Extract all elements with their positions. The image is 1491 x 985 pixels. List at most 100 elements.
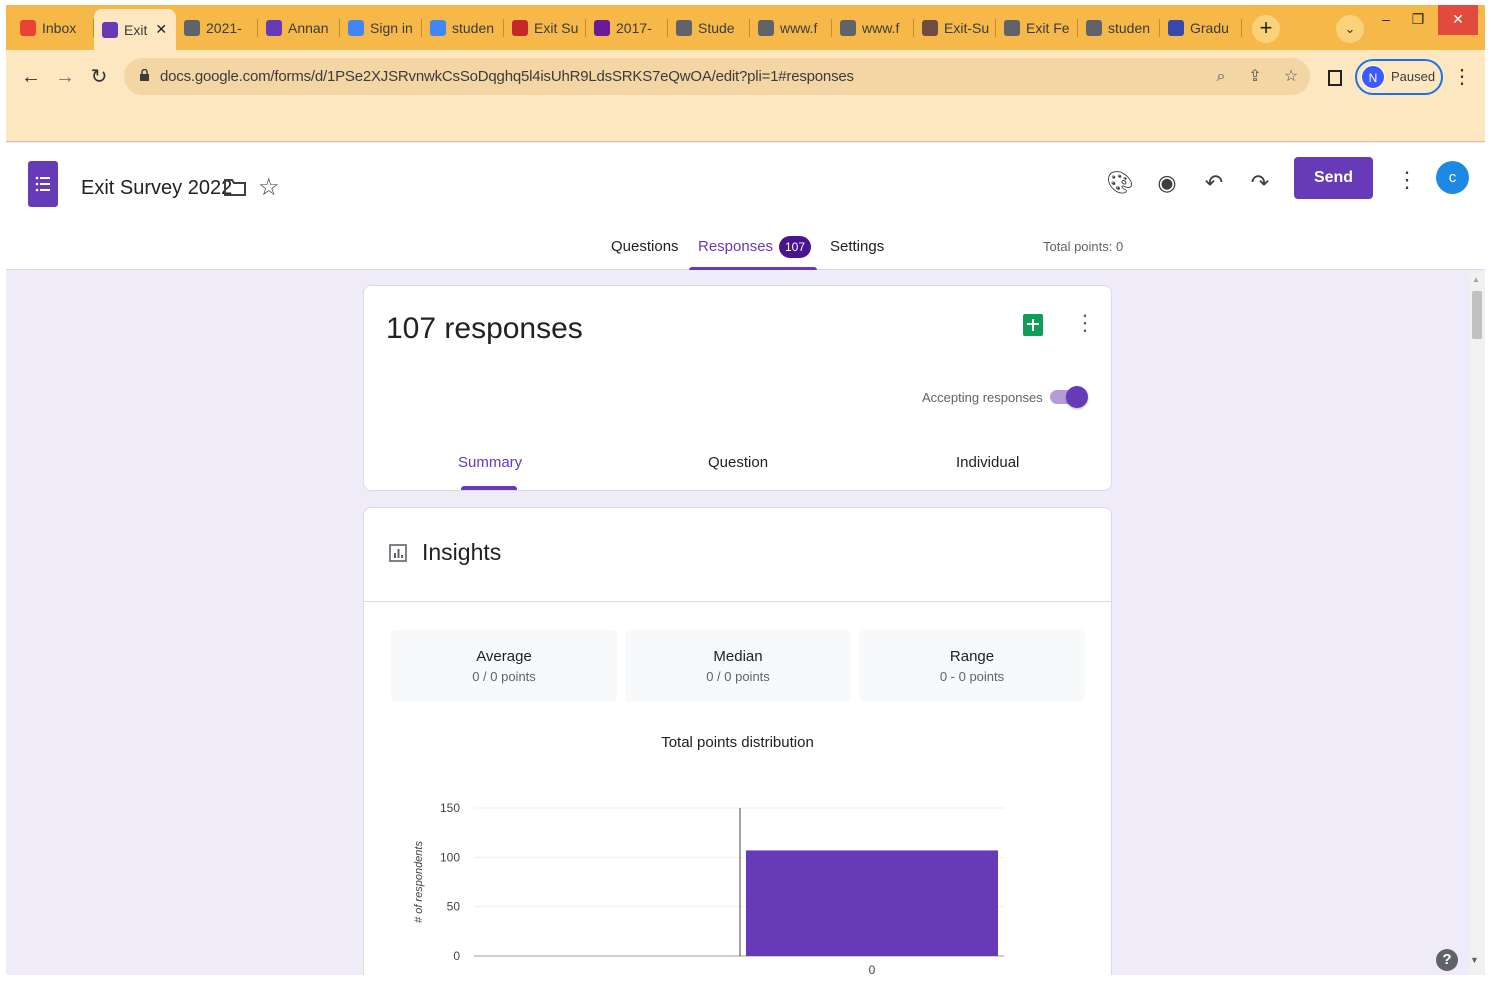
y-tick-label: 0 bbox=[453, 949, 460, 963]
stat-value: 0 / 0 points bbox=[472, 669, 536, 684]
browser-tab[interactable]: Exit Fe bbox=[996, 11, 1078, 45]
browser-tab[interactable]: Exit ✕ bbox=[94, 9, 176, 50]
profile-button[interactable]: N Paused bbox=[1355, 59, 1443, 95]
tab-settings[interactable]: Settings bbox=[830, 238, 884, 255]
profile-avatar: N bbox=[1361, 65, 1385, 89]
browser-tab-label: Gradu bbox=[1190, 20, 1229, 36]
restore-icon[interactable]: ❐ bbox=[1398, 5, 1438, 35]
browser-tab[interactable]: Inbox bbox=[12, 11, 94, 45]
undo-icon[interactable]: ↶ bbox=[1200, 169, 1228, 197]
share-icon[interactable]: ⇪ bbox=[1244, 66, 1266, 88]
y-axis-title: # of respondents bbox=[413, 841, 425, 923]
subtab-summary[interactable]: Summary bbox=[458, 454, 522, 471]
bar bbox=[746, 850, 998, 956]
tab-responses[interactable]: Responses bbox=[698, 238, 773, 255]
subtab-individual[interactable]: Individual bbox=[956, 454, 1019, 471]
help-caret-icon[interactable]: ▼ bbox=[1470, 955, 1479, 965]
stat-label: Range bbox=[949, 648, 995, 665]
tab-search-chevron-icon[interactable]: ⌄ bbox=[1336, 15, 1364, 43]
globe-icon bbox=[184, 20, 200, 36]
y-tick-label: 50 bbox=[447, 900, 461, 914]
browser-tab-label: Annan bbox=[288, 20, 329, 36]
browser-tab[interactable]: studen bbox=[422, 11, 504, 45]
browser-tab-label: Exit bbox=[124, 21, 148, 38]
browser-tab[interactable]: Annan bbox=[258, 11, 340, 45]
scroll-up-arrow-icon[interactable]: ▲ bbox=[1472, 275, 1480, 284]
forward-arrow-icon[interactable]: → bbox=[50, 62, 80, 92]
stat-median: Median 0 / 0 points bbox=[625, 630, 851, 702]
accepting-responses-toggle[interactable] bbox=[1050, 386, 1088, 408]
scrollbar-thumb[interactable] bbox=[1472, 291, 1482, 339]
folder-icon[interactable] bbox=[224, 177, 246, 197]
browser-tab-label: Inbox bbox=[42, 20, 77, 36]
globe-icon bbox=[840, 20, 856, 36]
tab-close-icon[interactable]: ✕ bbox=[155, 21, 167, 38]
side-panel-icon[interactable] bbox=[1328, 70, 1342, 86]
window-close-icon[interactable]: ✕ bbox=[1438, 5, 1478, 35]
more-options-icon[interactable]: ⋮ bbox=[1396, 167, 1418, 193]
browser-tab-label: Exit-Su bbox=[944, 20, 990, 36]
subtab-question[interactable]: Question bbox=[708, 454, 768, 471]
summary-tab-indicator bbox=[461, 486, 517, 490]
address-bar[interactable]: docs.google.com/forms/d/1PSe2XJSRvnwkCsS… bbox=[124, 58, 1310, 95]
gmail-icon bbox=[20, 20, 36, 36]
toggle-knob bbox=[1066, 386, 1088, 408]
stat-value: 0 / 0 points bbox=[706, 669, 770, 684]
stat-label: Median bbox=[713, 648, 763, 665]
profile-status: Paused bbox=[1391, 69, 1436, 84]
browser-tab[interactable]: Exit-Su bbox=[914, 11, 996, 45]
browser-tab[interactable]: 2021- bbox=[176, 11, 258, 45]
reload-icon[interactable]: ↻ bbox=[84, 62, 114, 92]
browser-tab[interactable]: studen bbox=[1078, 11, 1160, 45]
browser-tab[interactable]: Exit Su bbox=[504, 11, 586, 45]
form-title[interactable]: Exit Survey 2022 bbox=[81, 177, 232, 200]
globe-icon bbox=[758, 20, 774, 36]
bookmark-star-icon[interactable]: ☆ bbox=[1280, 66, 1302, 88]
forms-icon bbox=[266, 20, 282, 36]
browser-menu-icon[interactable]: ⋮ bbox=[1452, 64, 1472, 89]
redo-icon[interactable]: ↷ bbox=[1246, 169, 1274, 197]
browser-tab-label: Stude bbox=[698, 20, 735, 36]
accepting-responses-label: Accepting responses bbox=[922, 390, 1043, 405]
google-icon bbox=[348, 20, 364, 36]
back-arrow-icon[interactable]: ← bbox=[16, 62, 46, 92]
browser-tab[interactable]: Stude bbox=[668, 11, 750, 45]
new-tab-button[interactable]: + bbox=[1252, 15, 1280, 43]
tab-questions[interactable]: Questions bbox=[611, 238, 679, 255]
preview-eye-icon[interactable]: ◉ bbox=[1153, 169, 1181, 197]
insights-chart-icon bbox=[389, 544, 407, 562]
responses-card: 107 responses ⋮ Accepting responses Summ… bbox=[363, 285, 1112, 491]
url-text[interactable]: docs.google.com/forms/d/1PSe2XJSRvnwkCsS… bbox=[160, 68, 854, 85]
page-scrollbar[interactable]: ▲ bbox=[1469, 273, 1485, 975]
points-distribution-chart: 0 50 100 150 # of respondents 0 bbox=[413, 801, 1004, 975]
sheets-icon[interactable] bbox=[1023, 314, 1043, 336]
responses-count-badge: 107 bbox=[779, 236, 812, 258]
browser-tab-label: 2017- bbox=[616, 20, 652, 36]
palette-icon[interactable]: 🎨︎ bbox=[1106, 169, 1134, 197]
help-icon[interactable]: ? bbox=[1436, 949, 1458, 971]
browser-tab[interactable]: Gradu bbox=[1160, 11, 1242, 45]
star-icon[interactable]: ☆ bbox=[258, 173, 280, 202]
browser-tab-label: www.f bbox=[862, 20, 900, 36]
browser-toolbar: ← → ↻ docs.google.com/forms/d/1PSe2XJSRv… bbox=[6, 50, 1485, 142]
zoom-icon[interactable]: ⌕ bbox=[1210, 66, 1232, 88]
site-icon bbox=[922, 20, 938, 36]
responses-menu-icon[interactable]: ⋮ bbox=[1074, 310, 1096, 336]
divider bbox=[364, 601, 1111, 602]
browser-tab[interactable]: 2017- bbox=[586, 11, 668, 45]
forms-logo-icon[interactable] bbox=[28, 161, 58, 207]
y-tick-label: 150 bbox=[440, 801, 460, 815]
browser-tab-label: Exit Su bbox=[534, 20, 579, 36]
browser-tab-label: studen bbox=[452, 20, 495, 36]
send-button[interactable]: Send bbox=[1294, 157, 1373, 199]
browser-tab[interactable]: www.f bbox=[750, 11, 832, 45]
stat-label: Average bbox=[476, 648, 532, 665]
responses-count-title: 107 responses bbox=[386, 312, 583, 345]
y-tick-label: 100 bbox=[440, 850, 460, 864]
browser-window: Inbox Exit ✕ 2021- Annan Sign in studen Exit Su… bbox=[6, 5, 1485, 975]
stat-range: Range 0 - 0 points bbox=[859, 630, 1085, 702]
browser-tab[interactable]: www.f bbox=[832, 11, 914, 45]
browser-tab[interactable]: Sign in bbox=[340, 11, 422, 45]
download-icon bbox=[1004, 20, 1020, 36]
user-avatar[interactable]: c bbox=[1436, 161, 1469, 194]
